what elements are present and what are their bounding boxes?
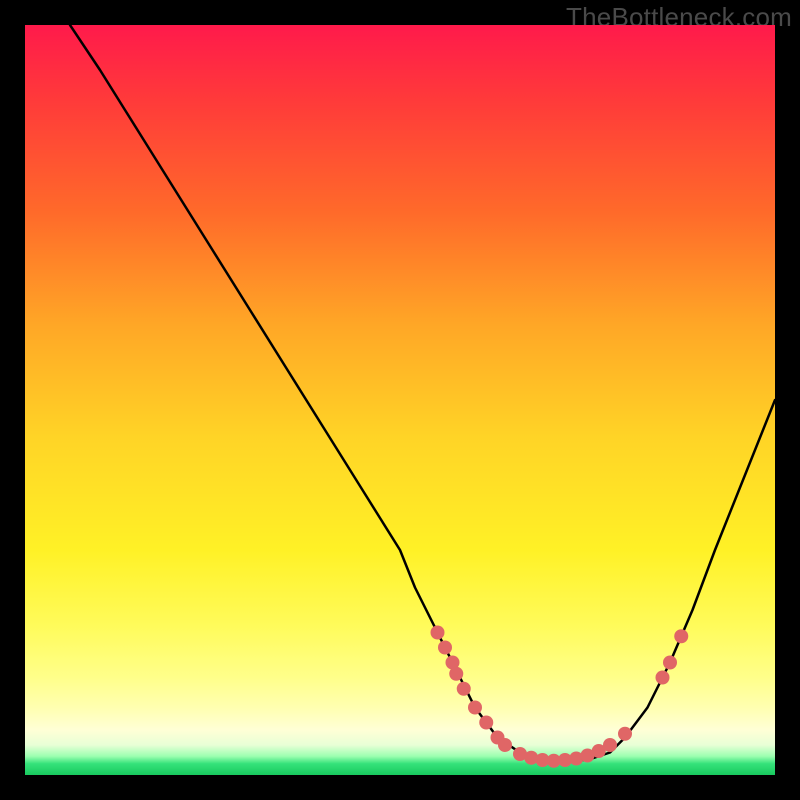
curve-marker [449, 667, 463, 681]
chart-frame: TheBottleneck.com [0, 0, 800, 800]
curve-marker [498, 738, 512, 752]
bottleneck-curve [70, 25, 775, 760]
curve-marker [438, 641, 452, 655]
curve-marker [656, 671, 670, 685]
curve-marker [457, 682, 471, 696]
curve-marker [674, 629, 688, 643]
curve-marker [479, 716, 493, 730]
plot-area [25, 25, 775, 775]
curve-svg [25, 25, 775, 775]
curve-marker [431, 626, 445, 640]
curve-marker [618, 727, 632, 741]
curve-marker [663, 656, 677, 670]
curve-marker [603, 738, 617, 752]
curve-marker [468, 701, 482, 715]
